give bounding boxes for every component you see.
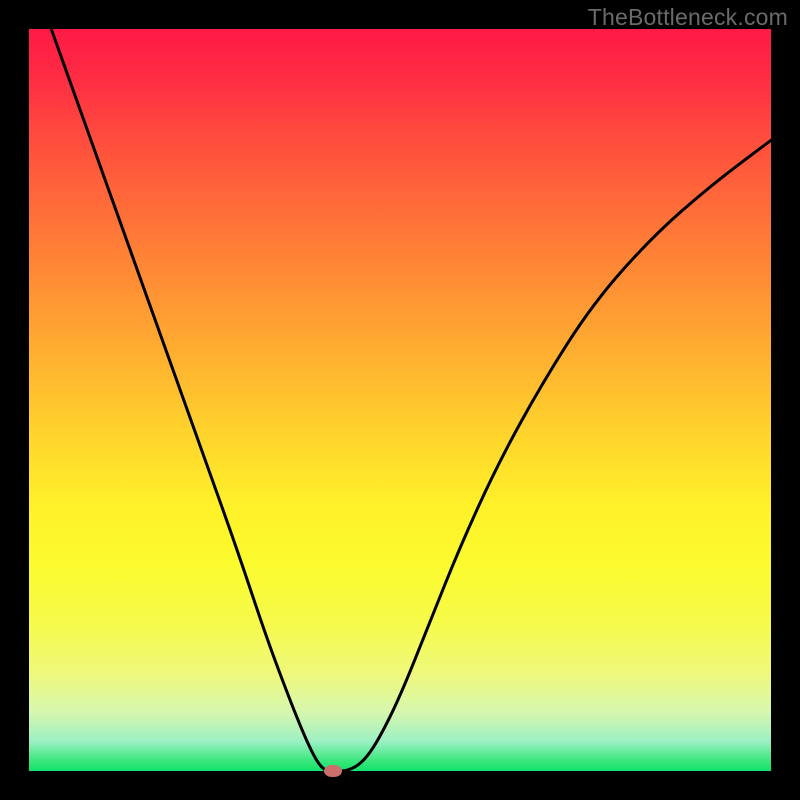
optimal-point-marker: [324, 765, 342, 777]
chart-frame: TheBottleneck.com: [0, 0, 800, 800]
curve-svg: [29, 29, 771, 771]
watermark-text: TheBottleneck.com: [588, 4, 788, 31]
bottleneck-curve: [51, 29, 771, 771]
chart-plot-area: [29, 29, 771, 771]
